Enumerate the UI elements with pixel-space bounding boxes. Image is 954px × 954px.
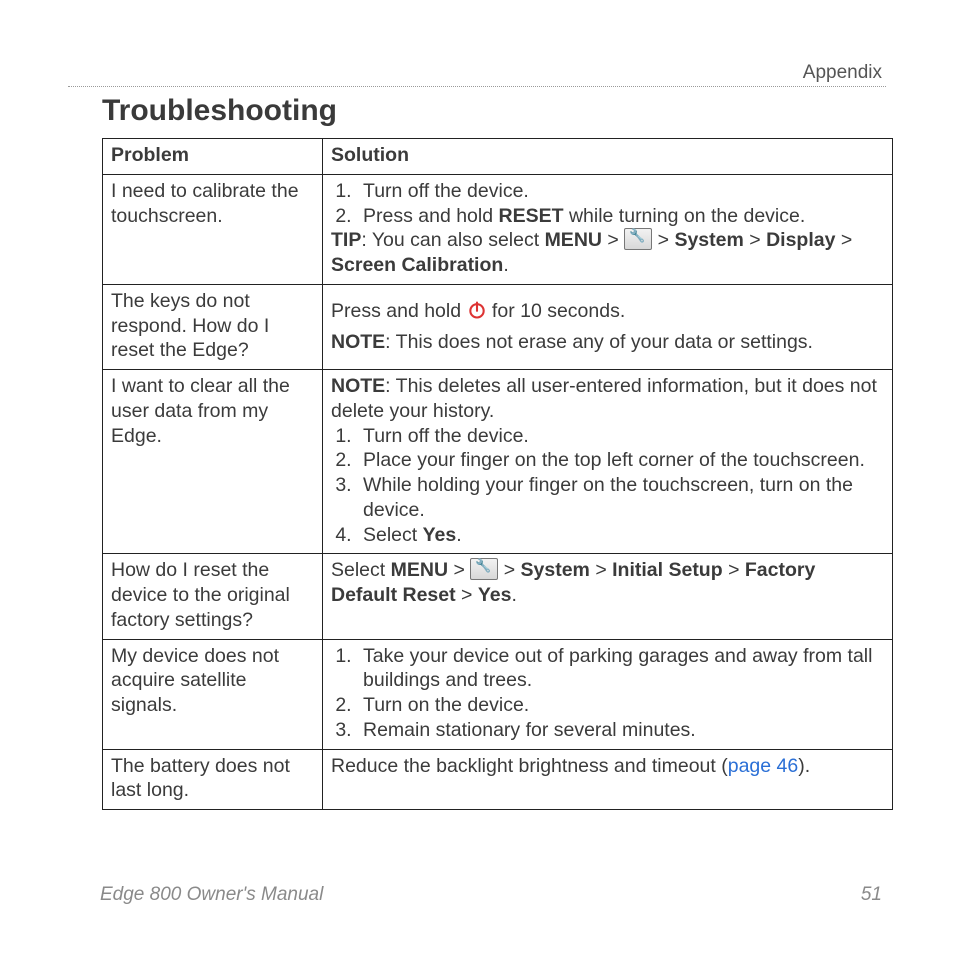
- step: Place your finger on the top left corner…: [357, 448, 884, 473]
- problem-cell: I need to calibrate the touchscreen.: [103, 174, 323, 284]
- text: >: [607, 229, 624, 251]
- text: Select: [363, 524, 423, 546]
- text: : This does not erase any of your data o…: [385, 331, 813, 353]
- step: Turn on the device.: [357, 693, 884, 718]
- system-label: System: [521, 559, 590, 581]
- bold-text: Yes: [423, 524, 457, 546]
- text: .: [456, 524, 461, 546]
- solution-cell: Press and hold for 10 seconds. NOTE: Thi…: [323, 284, 893, 369]
- manual-name: Edge 800 Owner's Manual: [100, 884, 323, 906]
- note-label: NOTE: [331, 375, 385, 397]
- col-header-solution: Solution: [323, 139, 893, 175]
- step-list: Turn off the device. Place your finger o…: [331, 424, 884, 548]
- step: While holding your finger on the touchsc…: [357, 473, 884, 523]
- screen-calibration-label: Screen Calibration: [331, 254, 503, 276]
- col-header-problem: Problem: [103, 139, 323, 175]
- text: >: [461, 584, 478, 606]
- bold-text: RESET: [499, 205, 564, 227]
- table-row: How do I reset the device to the origina…: [103, 554, 893, 639]
- step: Turn off the device.: [357, 424, 884, 449]
- page-link[interactable]: page 46: [728, 755, 799, 777]
- power-icon: [467, 300, 487, 320]
- text: >: [841, 229, 852, 251]
- text: Select: [331, 559, 391, 581]
- page-number: 51: [861, 884, 882, 906]
- text: >: [504, 559, 521, 581]
- note-label: NOTE: [331, 331, 385, 353]
- display-label: Display: [766, 229, 835, 251]
- step-list: Turn off the device. Press and hold RESE…: [331, 179, 884, 229]
- table-row: The battery does not last long. Reduce t…: [103, 749, 893, 810]
- problem-cell: I want to clear all the user data from m…: [103, 370, 323, 554]
- text: : You can also select: [361, 229, 544, 251]
- initial-setup-label: Initial Setup: [612, 559, 723, 581]
- table-row: My device does not acquire satellite sig…: [103, 639, 893, 749]
- text: : This deletes all user-entered informat…: [331, 375, 877, 422]
- tip-line: TIP: You can also select MENU > > System…: [331, 228, 884, 278]
- step: Turn off the device.: [357, 179, 884, 204]
- text: Press and hold: [331, 300, 467, 322]
- step: Select Yes.: [357, 523, 884, 548]
- troubleshooting-table: Problem Solution I need to calibrate the…: [102, 138, 893, 810]
- note-line: NOTE: This deletes all user-entered info…: [331, 374, 884, 424]
- text: >: [453, 559, 470, 581]
- step: Remain stationary for several minutes.: [357, 718, 884, 743]
- text: >: [595, 559, 612, 581]
- step: Take your device out of parking garages …: [357, 644, 884, 694]
- solution-cell: NOTE: This deletes all user-entered info…: [323, 370, 893, 554]
- text: .: [511, 584, 516, 606]
- problem-cell: My device does not acquire satellite sig…: [103, 639, 323, 749]
- step-list: Take your device out of parking garages …: [331, 644, 884, 743]
- text: >: [728, 559, 745, 581]
- text: ).: [798, 755, 810, 777]
- table-row: The keys do not respond. How do I reset …: [103, 284, 893, 369]
- menu-label: MENU: [391, 559, 448, 581]
- tip-label: TIP: [331, 229, 361, 251]
- system-label: System: [674, 229, 743, 251]
- table-row: I want to clear all the user data from m…: [103, 370, 893, 554]
- page-footer: Edge 800 Owner's Manual 51: [100, 884, 882, 906]
- solution-cell: Turn off the device. Press and hold RESE…: [323, 174, 893, 284]
- header-divider: [68, 86, 886, 87]
- line: Press and hold for 10 seconds.: [331, 299, 884, 324]
- text: for 10 seconds.: [487, 300, 626, 322]
- page: Appendix Troubleshooting Problem Solutio…: [0, 0, 954, 954]
- problem-cell: The battery does not last long.: [103, 749, 323, 810]
- text: >: [749, 229, 766, 251]
- table-header-row: Problem Solution: [103, 139, 893, 175]
- text: while turning on the device.: [564, 205, 806, 227]
- menu-label: MENU: [545, 229, 602, 251]
- solution-cell: Take your device out of parking garages …: [323, 639, 893, 749]
- solution-cell: Select MENU > > System > Initial Setup >…: [323, 554, 893, 639]
- wrench-icon: [470, 558, 498, 580]
- wrench-icon: [624, 228, 652, 250]
- yes-label: Yes: [478, 584, 512, 606]
- problem-cell: The keys do not respond. How do I reset …: [103, 284, 323, 369]
- text: Press and hold: [363, 205, 499, 227]
- text: >: [658, 229, 675, 251]
- table-row: I need to calibrate the touchscreen. Tur…: [103, 174, 893, 284]
- solution-cell: Reduce the backlight brightness and time…: [323, 749, 893, 810]
- note-line: NOTE: This does not erase any of your da…: [331, 330, 884, 355]
- problem-cell: How do I reset the device to the origina…: [103, 554, 323, 639]
- page-title: Troubleshooting: [102, 94, 886, 128]
- section-label: Appendix: [803, 62, 882, 84]
- text: .: [503, 254, 508, 276]
- text: Reduce the backlight brightness and time…: [331, 755, 728, 777]
- step: Press and hold RESET while turning on th…: [357, 204, 884, 229]
